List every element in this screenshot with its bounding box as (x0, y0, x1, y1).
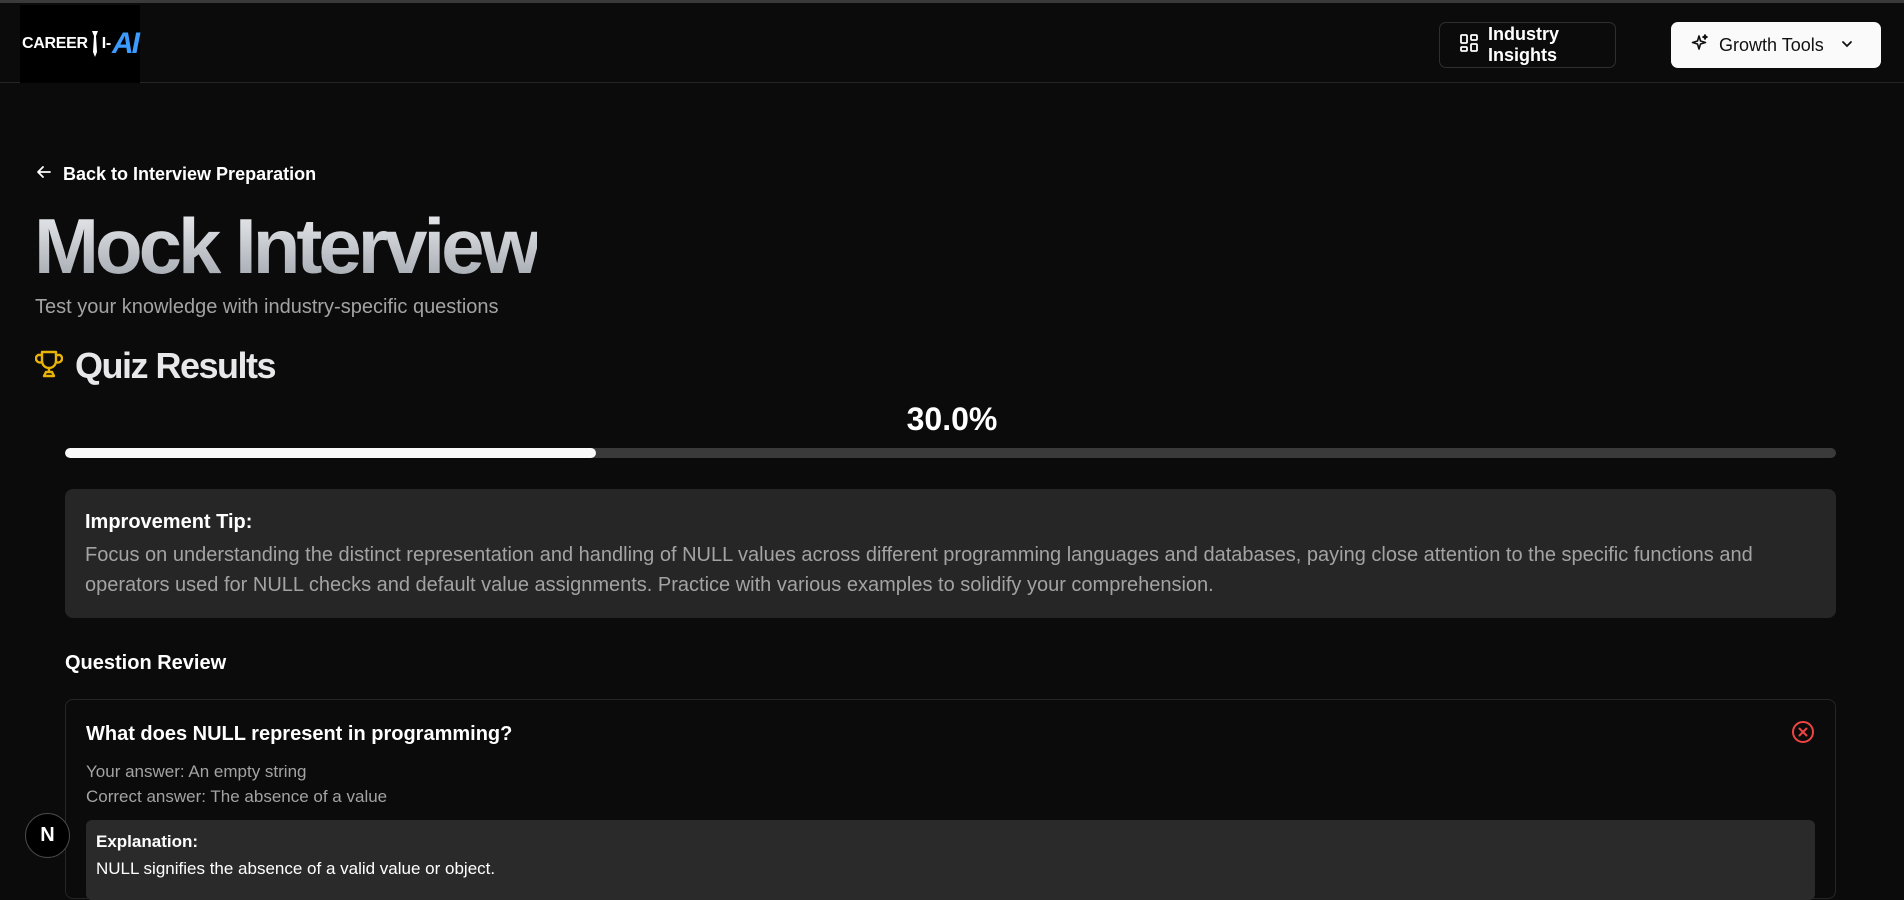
growth-tools-label: Growth Tools (1719, 34, 1824, 55)
x-circle-icon (1791, 720, 1815, 749)
logo-text-dash: I- (101, 35, 111, 52)
industry-insights-label: Industry Insights (1488, 24, 1560, 65)
improvement-tip-card: Improvement Tip: Focus on understanding … (65, 489, 1836, 618)
score-percentage: 30.0% (906, 401, 998, 437)
explanation-label: Explanation: (96, 832, 199, 851)
back-link-label: Back to Interview Preparation (63, 164, 317, 184)
question-review-heading: Question Review (65, 652, 227, 674)
explanation-text: NULL signifies the absence of a valid va… (96, 859, 496, 878)
explanation-box: Explanation: NULL signifies the absence … (86, 820, 1815, 900)
logo-text-ai: AI (111, 27, 140, 60)
page-subtitle: Test your knowledge with industry-specif… (35, 296, 499, 318)
logo-wordmark: CAREER I- AI (22, 27, 140, 61)
score-progress-bar (65, 448, 1836, 458)
quiz-results-heading: Quiz Results (34, 345, 277, 387)
your-answer-text: Your answer: An empty string (86, 762, 307, 781)
improvement-tip-label: Improvement Tip: (85, 511, 253, 533)
question-review-card: What does NULL represent in programming?… (65, 699, 1836, 900)
growth-tools-dropdown[interactable]: Growth Tools (1671, 22, 1881, 68)
sparkles-icon (1691, 33, 1709, 57)
dashboard-icon (1460, 33, 1478, 57)
logo-text-career: CAREER (22, 35, 88, 52)
nextjs-dev-badge[interactable]: N (25, 813, 70, 858)
tie-icon (90, 30, 100, 58)
top-nav-bar: CAREER I- AI Industry Insights Growth To… (0, 3, 1904, 83)
quiz-results-title: Quiz Results (75, 345, 277, 386)
question-text: What does NULL represent in programming? (86, 723, 513, 745)
score-progress-fill (65, 448, 597, 458)
badge-letter: N (40, 824, 55, 846)
correct-answer-text: Correct answer: The absence of a value (86, 787, 388, 806)
page-title: Mock Interview (34, 202, 541, 290)
app-logo[interactable]: CAREER I- AI (20, 5, 140, 83)
industry-insights-button[interactable]: Industry Insights (1439, 22, 1616, 68)
chevron-down-icon (1840, 35, 1854, 56)
improvement-tip-text: Focus on understanding the distinct repr… (85, 544, 1753, 596)
back-to-interview-link[interactable]: Back to Interview Preparation (35, 163, 316, 186)
arrow-left-icon (35, 163, 53, 186)
trophy-icon (34, 349, 64, 384)
